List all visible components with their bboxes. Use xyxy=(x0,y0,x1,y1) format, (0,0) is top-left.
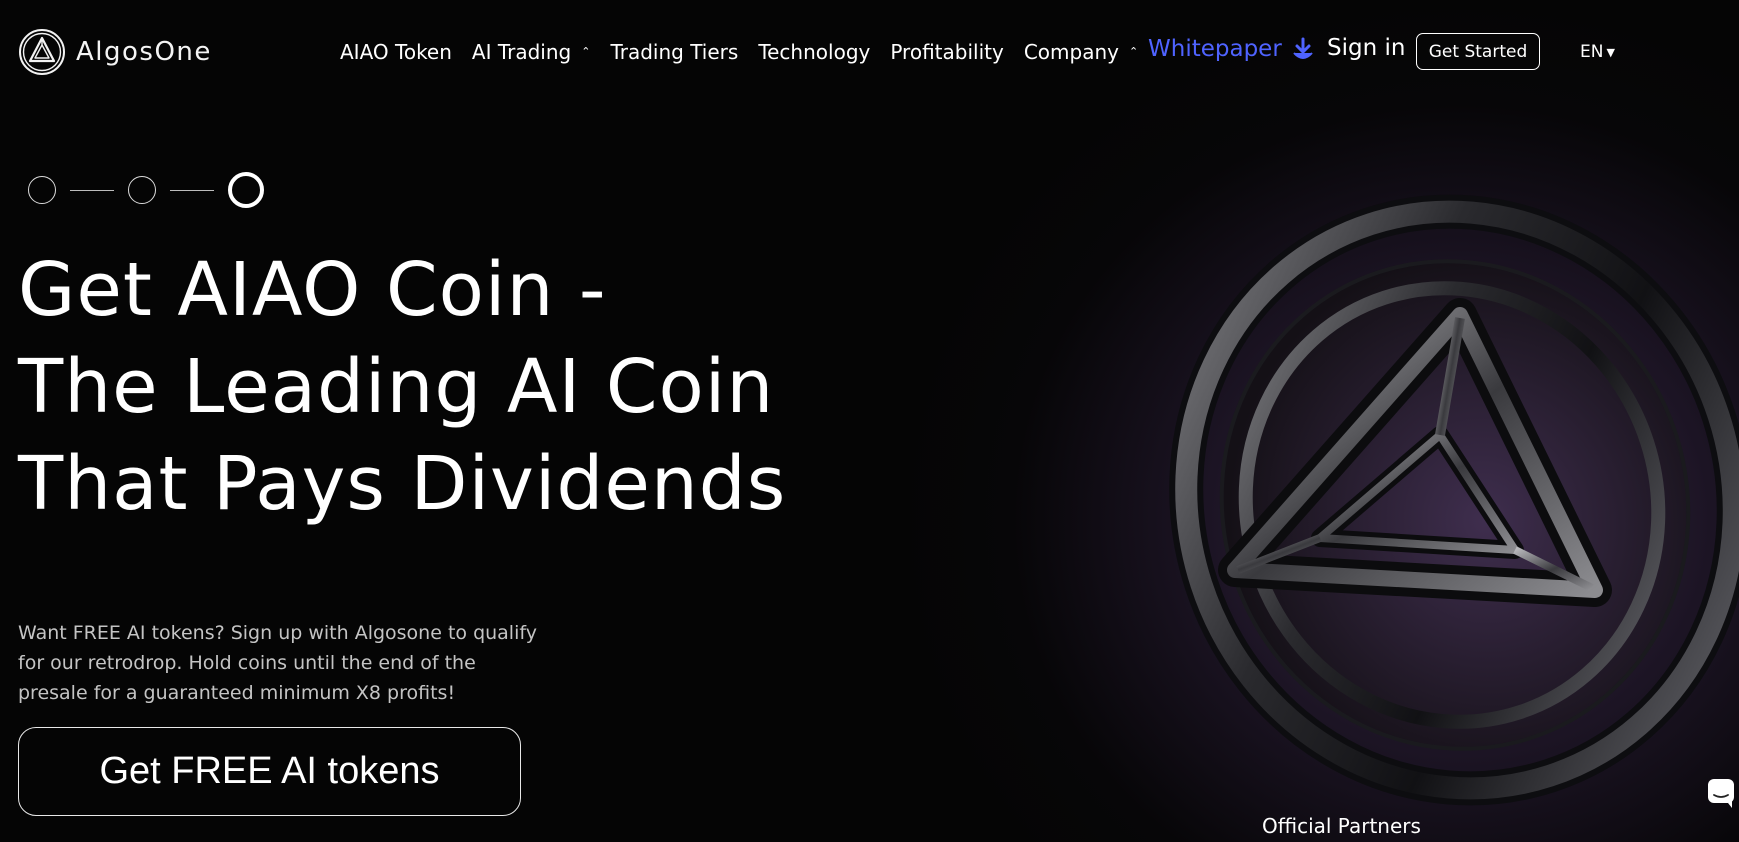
nav-item-ai-trading[interactable]: AI Trading ⌃ xyxy=(472,40,591,64)
chat-icon[interactable] xyxy=(1706,777,1736,809)
nav-item-label: AIAO Token xyxy=(340,40,452,64)
nav-item-company[interactable]: Company ⌃ xyxy=(1024,40,1138,64)
sign-in-link[interactable]: Sign in xyxy=(1327,35,1405,61)
get-free-tokens-button[interactable]: Get FREE AI tokens xyxy=(18,727,521,816)
main-nav: AIAO Token AI Trading ⌃ Trading Tiers Te… xyxy=(340,38,1158,66)
brand-logo[interactable]: AlgosOne xyxy=(18,28,212,76)
nav-item-label: Trading Tiers xyxy=(610,40,739,64)
official-partners-heading: Official Partners xyxy=(1262,814,1421,838)
algosone-logo-icon xyxy=(19,29,65,75)
nav-item-label: AI Trading xyxy=(471,40,572,64)
aiao-coin-image xyxy=(1169,194,1739,806)
whitepaper-label: Whitepaper xyxy=(1148,36,1282,62)
slider-step-1[interactable] xyxy=(28,176,56,204)
brand-name: AlgosOne xyxy=(76,37,212,67)
slider-step-2[interactable] xyxy=(128,176,156,204)
nav-item-profitability[interactable]: Profitability xyxy=(890,40,1003,64)
slider-step-connector xyxy=(70,189,114,191)
landing-page: AlgosOne AIAO Token AI Trading ⌃ Trading… xyxy=(0,0,1739,842)
slider-step-connector xyxy=(170,189,214,191)
chevron-up-icon: ⌃ xyxy=(1128,44,1139,58)
hero-title-line: The Leading AI Coin xyxy=(18,344,775,430)
language-label: EN xyxy=(1580,42,1604,62)
nav-item-trading-tiers[interactable]: Trading Tiers xyxy=(610,40,738,64)
hero-title-line: That Pays Dividends xyxy=(18,441,787,527)
nav-item-technology[interactable]: Technology xyxy=(758,40,870,64)
hero-title-line: Get AIAO Coin - xyxy=(18,247,607,333)
whitepaper-link[interactable]: Whitepaper xyxy=(1148,36,1314,62)
nav-item-label: Technology xyxy=(758,40,871,64)
nav-item-aiao-token[interactable]: AIAO Token xyxy=(340,40,452,64)
hero-title: Get AIAO Coin - The Leading AI Coin That… xyxy=(18,242,786,533)
caret-down-icon: ▼ xyxy=(1606,45,1615,59)
chevron-up-icon: ⌃ xyxy=(581,44,591,58)
slider-step-3-active[interactable] xyxy=(228,172,264,208)
hero-description: Want FREE AI tokens? Sign up with Algoso… xyxy=(18,622,537,704)
nav-item-label: Profitability xyxy=(890,40,1004,64)
hero-slider-stepper xyxy=(28,172,264,208)
get-started-button[interactable]: Get Started xyxy=(1416,33,1540,70)
language-selector[interactable]: EN ▼ xyxy=(1580,42,1615,62)
nav-item-label: Company xyxy=(1023,40,1119,64)
download-icon xyxy=(1293,37,1313,59)
